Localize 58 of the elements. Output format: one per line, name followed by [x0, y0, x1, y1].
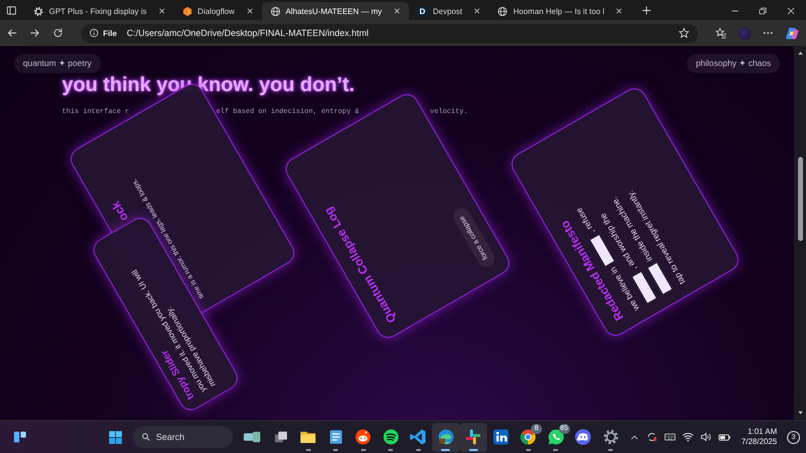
hexagon-icon: [182, 6, 193, 16]
copilot-icon[interactable]: [785, 26, 800, 40]
site-logo: D: [416, 6, 428, 16]
close-icon[interactable]: [158, 7, 166, 15]
widgets-icon: [12, 429, 28, 445]
keyboard-icon[interactable]: [664, 431, 676, 443]
url-text: C:/Users/amc/OneDrive/Desktop/FINAL-MATEEN/index.html: [126, 28, 369, 38]
volume-icon[interactable]: [700, 431, 712, 443]
forward-icon[interactable]: [29, 27, 41, 39]
tag-chip: quantum ✦ poetry: [14, 54, 101, 73]
browser-icon: [436, 428, 455, 446]
headline: you think you know. you don’t.: [62, 73, 356, 97]
browser-tab[interactable]: Dialogflow: [174, 2, 262, 20]
tag-chip: philosophy ✦ chaos: [686, 54, 780, 73]
start-icon: [106, 428, 124, 446]
globe-icon: [497, 6, 508, 16]
restore-icon[interactable]: [758, 6, 768, 16]
scroll-up-icon[interactable]: [796, 50, 804, 57]
taskbar-button[interactable]: [460, 422, 487, 452]
clock-date[interactable]: 7/28/2025: [741, 437, 777, 447]
gear-icon: [602, 428, 620, 446]
tab-actions-icon[interactable]: [6, 5, 17, 16]
back-icon[interactable]: [6, 27, 18, 39]
taskbar-button[interactable]: [432, 422, 460, 452]
address-bar[interactable]: File C:/Users/amc/OneDrive/Desktop/FINAL-MATEEN/index.html: [81, 24, 698, 42]
scheme-label: File: [103, 28, 117, 38]
hash-icon: [464, 428, 482, 446]
alien-icon: [354, 428, 372, 446]
search-input[interactable]: Search: [156, 432, 216, 442]
sound-waves-icon: [382, 428, 400, 446]
code-editor-icon: [409, 428, 428, 446]
close-icon[interactable]: [246, 7, 254, 15]
sync-icon[interactable]: [646, 431, 658, 443]
close-icon[interactable]: [473, 7, 482, 15]
wifi-icon[interactable]: [682, 431, 694, 443]
new-tab-icon[interactable]: [641, 5, 652, 16]
star-icon[interactable]: [678, 27, 690, 39]
favorites-icon[interactable]: [715, 27, 727, 39]
scrollbar-thumb[interactable]: [798, 157, 802, 241]
close-icon[interactable]: [392, 7, 401, 15]
browser-tab[interactable]: D Devpost: [408, 2, 490, 20]
close-icon[interactable]: [786, 6, 796, 16]
gear-icon: [33, 6, 44, 16]
browser-tab[interactable]: Hooman Help — Is it too l: [489, 2, 632, 20]
browser-tab[interactable]: AlhatesU-MATEEEN — my: [262, 2, 409, 20]
search-icon: [141, 432, 151, 442]
browser-tab[interactable]: GPT Plus - Fixing display is: [25, 2, 174, 20]
scroll-down-icon[interactable]: [796, 409, 804, 416]
card-title: ock: [108, 198, 130, 224]
refresh-icon[interactable]: [52, 27, 64, 39]
search-field[interactable]: Search: [133, 426, 233, 448]
in-logo-icon: [492, 428, 510, 446]
task-view-icon: [272, 429, 289, 445]
clock-time[interactable]: 1:01 AM: [748, 427, 777, 437]
gamepad-icon: [574, 428, 592, 446]
close-icon[interactable]: [615, 7, 624, 15]
globe-icon: [270, 6, 281, 16]
info-icon: [89, 28, 99, 38]
